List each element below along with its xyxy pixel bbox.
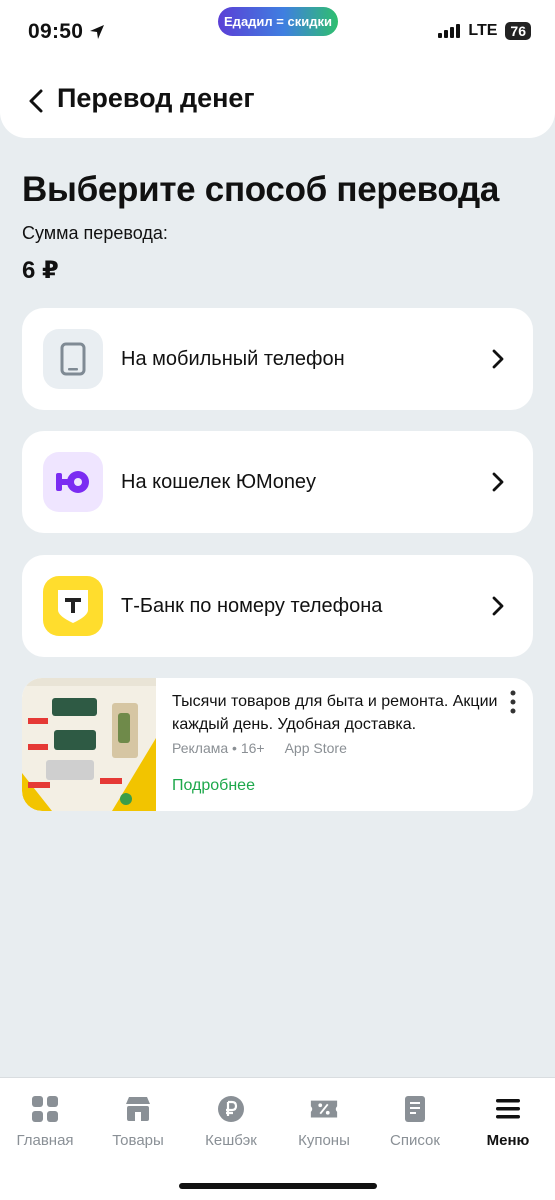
method-label: Т-Банк по номеру телефона bbox=[121, 594, 383, 617]
home-indicator bbox=[179, 1183, 377, 1189]
ad-meta: Реклама • 16+ App Store bbox=[172, 740, 347, 756]
menu-icon bbox=[493, 1094, 523, 1124]
tab-menu[interactable]: Меню bbox=[463, 1094, 553, 1149]
method-yumoney[interactable]: На кошелек ЮMoney bbox=[22, 431, 533, 533]
network-label: LTE bbox=[468, 22, 498, 39]
chevron-right-icon bbox=[492, 349, 504, 369]
tab-label: Главная bbox=[16, 1132, 74, 1149]
tbank-icon bbox=[43, 576, 103, 636]
more-options-icon[interactable] bbox=[509, 690, 517, 714]
method-label: На мобильный телефон bbox=[121, 347, 345, 370]
promo-pill[interactable]: Едадил = скидки bbox=[218, 7, 338, 36]
bottom-tab-bar: Главная Товары Кешбэк Купоны Список Меню bbox=[0, 1077, 555, 1200]
signal-icon bbox=[438, 24, 461, 38]
method-mobile-phone[interactable]: На мобильный телефон bbox=[22, 308, 533, 410]
tab-goods[interactable]: Товары bbox=[93, 1094, 183, 1149]
tab-list[interactable]: Список bbox=[370, 1094, 460, 1149]
status-bar: 09:50 Едадил = скидки LTE 76 bbox=[0, 0, 555, 66]
ad-text: Тысячи товаров для быта и ремонта. Акции… bbox=[172, 693, 498, 733]
chevron-right-icon bbox=[492, 472, 504, 492]
shop-icon bbox=[123, 1094, 153, 1124]
tab-home[interactable]: Главная bbox=[0, 1094, 90, 1149]
method-tbank[interactable]: Т-Банк по номеру телефона bbox=[22, 555, 533, 657]
phone-icon bbox=[43, 329, 103, 389]
sum-value: 6 ₽ bbox=[22, 257, 59, 284]
tab-coupons[interactable]: Купоны bbox=[279, 1094, 369, 1149]
tab-label: Кешбэк bbox=[205, 1132, 257, 1149]
yumoney-icon bbox=[43, 452, 103, 512]
tab-label: Товары bbox=[112, 1132, 164, 1149]
tab-cashback[interactable]: Кешбэк bbox=[186, 1094, 276, 1149]
ad-label: Реклама • 16+ bbox=[172, 740, 265, 756]
status-time: 09:50 bbox=[28, 20, 105, 44]
clock-text: 09:50 bbox=[28, 20, 84, 43]
tab-label: Купоны bbox=[298, 1132, 350, 1149]
ad-image bbox=[22, 678, 156, 811]
ruble-icon bbox=[216, 1094, 246, 1124]
grid-icon bbox=[30, 1094, 60, 1124]
ad-source: App Store bbox=[284, 740, 347, 756]
list-icon bbox=[400, 1094, 430, 1124]
chevron-right-icon bbox=[492, 596, 504, 616]
tab-label: Список bbox=[390, 1132, 440, 1149]
coupon-icon bbox=[309, 1094, 339, 1124]
back-arrow-icon[interactable] bbox=[22, 86, 52, 116]
sum-label: Сумма перевода: bbox=[22, 223, 168, 243]
location-arrow-icon bbox=[90, 25, 105, 39]
status-right: LTE 76 bbox=[438, 22, 531, 40]
tab-label: Меню bbox=[486, 1132, 530, 1149]
method-label: На кошелек ЮMoney bbox=[121, 470, 317, 493]
page-header: Перевод денег bbox=[0, 66, 555, 138]
battery-icon: 76 bbox=[505, 22, 531, 40]
section-heading: Выберите способ перевода bbox=[22, 170, 500, 209]
ad-more-link[interactable]: Подробнее bbox=[172, 777, 255, 795]
page-title: Перевод денег bbox=[57, 83, 255, 113]
ad-banner[interactable]: Тысячи товаров для быта и ремонта. Акции… bbox=[22, 678, 533, 811]
